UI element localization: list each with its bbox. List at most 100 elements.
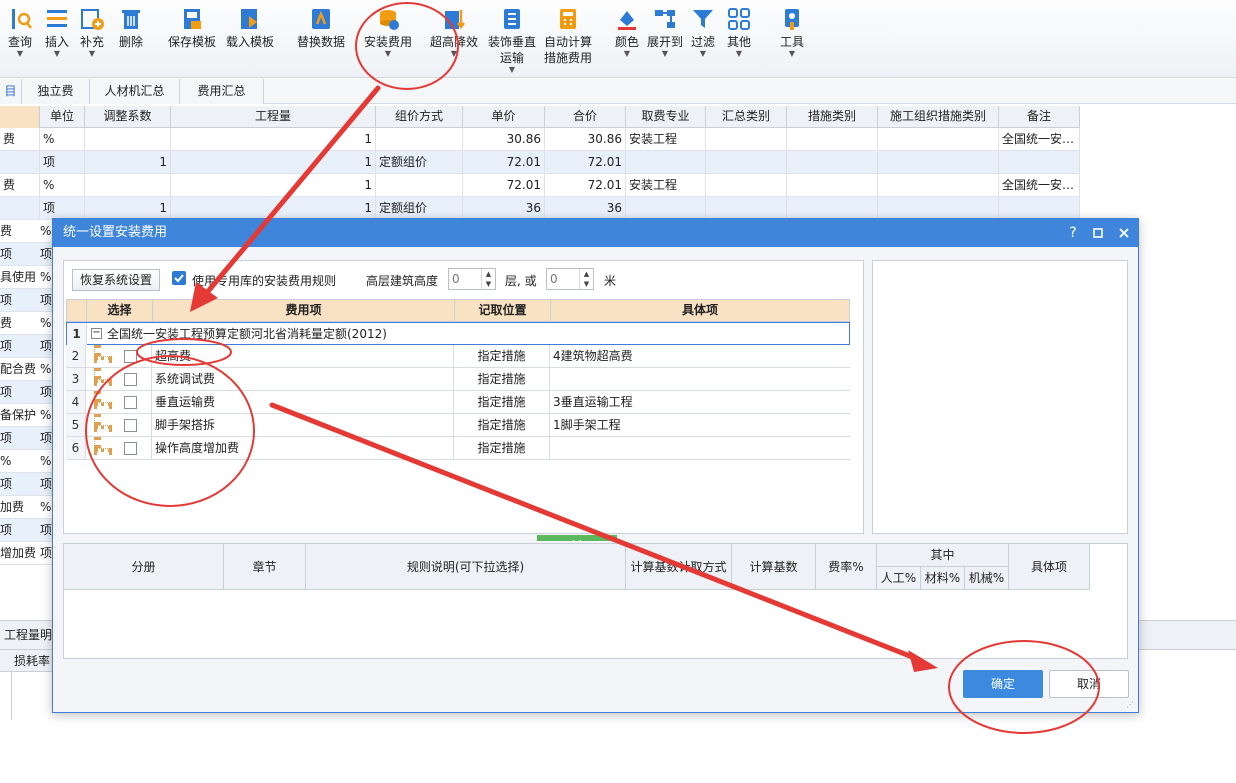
grid-cell-major[interactable]: 安装工程 xyxy=(626,128,706,151)
dropdown-arrow-icon[interactable]: ▼ xyxy=(724,50,754,58)
grid-cell[interactable] xyxy=(878,128,999,151)
grid-cell-coef[interactable] xyxy=(85,128,171,151)
toolbar-auto-calc-button[interactable]: 自动计算 措施费用 xyxy=(542,6,594,72)
fee-position-select[interactable]: 指定措施 xyxy=(454,437,550,459)
unit-cell[interactable]: % xyxy=(40,450,52,473)
unit-cell[interactable]: % xyxy=(40,404,52,427)
unit-cell[interactable]: 项 xyxy=(40,519,52,542)
grid-cell-qty[interactable]: 1 xyxy=(171,151,376,174)
grid-cell-major[interactable] xyxy=(626,151,706,174)
list-item[interactable]: 配合费 xyxy=(0,358,40,381)
grid-cell-coef[interactable] xyxy=(85,174,171,197)
fee-item-row[interactable]: 5 脚手架搭拆 指定措施 1脚手架工程 xyxy=(66,414,850,437)
list-item[interactable]: 项 xyxy=(0,243,40,266)
grid-cell-unit[interactable]: % xyxy=(40,128,85,151)
unit-cell[interactable]: 项 xyxy=(40,289,52,312)
dropdown-arrow-icon[interactable]: ▼ xyxy=(612,50,642,58)
list-item[interactable]: 费 xyxy=(0,312,40,335)
meter-stepper-arrows[interactable]: ▲ ▼ xyxy=(579,269,593,289)
toolbar-insert-button[interactable]: 插入 ▼ xyxy=(42,6,72,72)
list-item[interactable]: 项 xyxy=(0,427,40,450)
toolbar-install-fee-button[interactable]: 安装费用 ▼ xyxy=(362,6,414,72)
floor-stepper-arrows[interactable]: ▲ ▼ xyxy=(481,269,495,289)
meter-stepper[interactable]: 0 ▲ ▼ xyxy=(546,268,594,290)
list-item[interactable]: 项 xyxy=(0,289,40,312)
grid-cell[interactable] xyxy=(878,174,999,197)
unit-cell[interactable]: % xyxy=(40,312,52,335)
grid-cell-total[interactable]: 36 xyxy=(545,197,626,220)
fee-position-select[interactable]: 指定措施 xyxy=(454,391,550,413)
unit-cell[interactable]: % xyxy=(40,220,52,243)
unit-cell[interactable]: 项 xyxy=(40,427,52,450)
collapse-icon[interactable]: − xyxy=(91,328,102,339)
fee-item-row[interactable]: 2 超高费 指定措施 4建筑物超高费 xyxy=(66,345,850,368)
list-item[interactable]: 项 xyxy=(0,335,40,358)
toolbar-height-reduce-button[interactable]: 超高降效 ▼ xyxy=(428,6,480,72)
list-item[interactable]: 项 xyxy=(0,473,40,496)
table-row[interactable]: 项 1 1 定额组价 36 36 xyxy=(0,197,1080,220)
fee-detail-cell[interactable] xyxy=(550,437,848,459)
grid-cell-method[interactable]: 定额组价 xyxy=(376,197,463,220)
unit-cell[interactable]: 项 xyxy=(40,335,52,358)
ok-button[interactable]: 确定 xyxy=(963,670,1043,698)
select-checkbox[interactable] xyxy=(124,350,137,363)
select-checkbox[interactable] xyxy=(124,419,137,432)
grid-cell[interactable] xyxy=(787,174,878,197)
list-item[interactable]: 备保护 xyxy=(0,404,40,427)
grid-cell-coef[interactable]: 1 xyxy=(85,197,171,220)
fee-detail-cell[interactable] xyxy=(550,368,848,390)
list-item[interactable]: % xyxy=(0,450,40,473)
grid-cell[interactable] xyxy=(787,128,878,151)
grid-cell[interactable] xyxy=(787,197,878,220)
toolbar-replace-data-button[interactable]: 替换数据 xyxy=(294,6,348,72)
grid-cell-total[interactable]: 72.01 xyxy=(545,151,626,174)
grid-cell-coef[interactable]: 1 xyxy=(85,151,171,174)
dropdown-arrow-icon[interactable]: ▼ xyxy=(42,50,72,58)
dropdown-arrow-icon[interactable]: ▼ xyxy=(486,66,538,74)
grid-cell-price[interactable]: 72.01 xyxy=(463,151,545,174)
toolbar-delete-button[interactable]: 删除 xyxy=(116,6,146,72)
fee-item-row[interactable]: 3 系统调试费 指定措施 xyxy=(66,368,850,391)
dropdown-arrow-icon[interactable]: ▼ xyxy=(778,50,806,58)
grid-cell-method[interactable] xyxy=(376,128,463,151)
grid-cell[interactable] xyxy=(878,197,999,220)
grid-cell-price[interactable]: 36 xyxy=(463,197,545,220)
unit-cell[interactable]: % xyxy=(40,358,52,381)
table-row[interactable]: 项 1 1 定额组价 72.01 72.01 xyxy=(0,151,1080,174)
maximize-icon[interactable] xyxy=(1085,219,1111,247)
grid-cell-major[interactable] xyxy=(626,197,706,220)
fee-detail-cell[interactable]: 4建筑物超高费 xyxy=(550,345,848,367)
toolbar-other-button[interactable]: 其他 ▼ xyxy=(724,6,754,72)
grid-cell-qty[interactable]: 1 xyxy=(171,128,376,151)
unit-cell[interactable]: 项 xyxy=(40,243,52,266)
tab-labor-material-summary[interactable]: 人材机汇总 xyxy=(90,79,180,104)
floor-stepper[interactable]: 0 ▲ ▼ xyxy=(448,268,496,290)
unit-cell[interactable]: 项 xyxy=(40,381,52,404)
splitter-handle[interactable] xyxy=(537,535,617,545)
fee-position-select[interactable]: 指定措施 xyxy=(454,345,550,367)
list-item[interactable]: 具使用 xyxy=(0,266,40,289)
grid-cell-note[interactable]: 全国统一安… xyxy=(999,174,1080,197)
tab-items[interactable]: 目 xyxy=(0,79,22,104)
toolbar-filter-button[interactable]: 过滤 ▼ xyxy=(688,6,718,72)
grid-cell-major[interactable]: 安装工程 xyxy=(626,174,706,197)
dropdown-arrow-icon[interactable]: ▼ xyxy=(78,50,106,58)
list-item[interactable]: 项 xyxy=(0,519,40,542)
grid-cell-total[interactable]: 30.86 xyxy=(545,128,626,151)
dropdown-arrow-icon[interactable]: ▼ xyxy=(428,50,480,58)
grid-cell[interactable] xyxy=(706,197,787,220)
unit-cell[interactable]: 项 xyxy=(40,542,52,565)
list-item[interactable]: 费 xyxy=(0,220,40,243)
fee-item-row[interactable]: 4 垂直运输费 指定措施 3垂直运输工程 xyxy=(66,391,850,414)
grid-cell-unit[interactable]: 项 xyxy=(40,197,85,220)
unit-cell[interactable]: 项 xyxy=(40,473,52,496)
fee-item-row[interactable]: 6 操作高度增加费 指定措施 xyxy=(66,437,850,460)
cancel-button[interactable]: 取消 xyxy=(1049,670,1129,698)
dropdown-arrow-icon[interactable]: ▼ xyxy=(646,50,684,58)
toolbar-save-template-button[interactable]: 保存模板 xyxy=(166,6,218,72)
grid-cell-qty[interactable]: 1 xyxy=(171,197,376,220)
dropdown-arrow-icon[interactable]: ▼ xyxy=(6,50,34,58)
use-rule-checkbox[interactable] xyxy=(172,271,186,285)
fee-group-row[interactable]: 1 − 全国统一安装工程预算定额河北省消耗量定额(2012) xyxy=(66,322,850,345)
toolbar-vertical-transport-button[interactable]: 装饰垂直 运输 ▼ xyxy=(486,6,538,74)
